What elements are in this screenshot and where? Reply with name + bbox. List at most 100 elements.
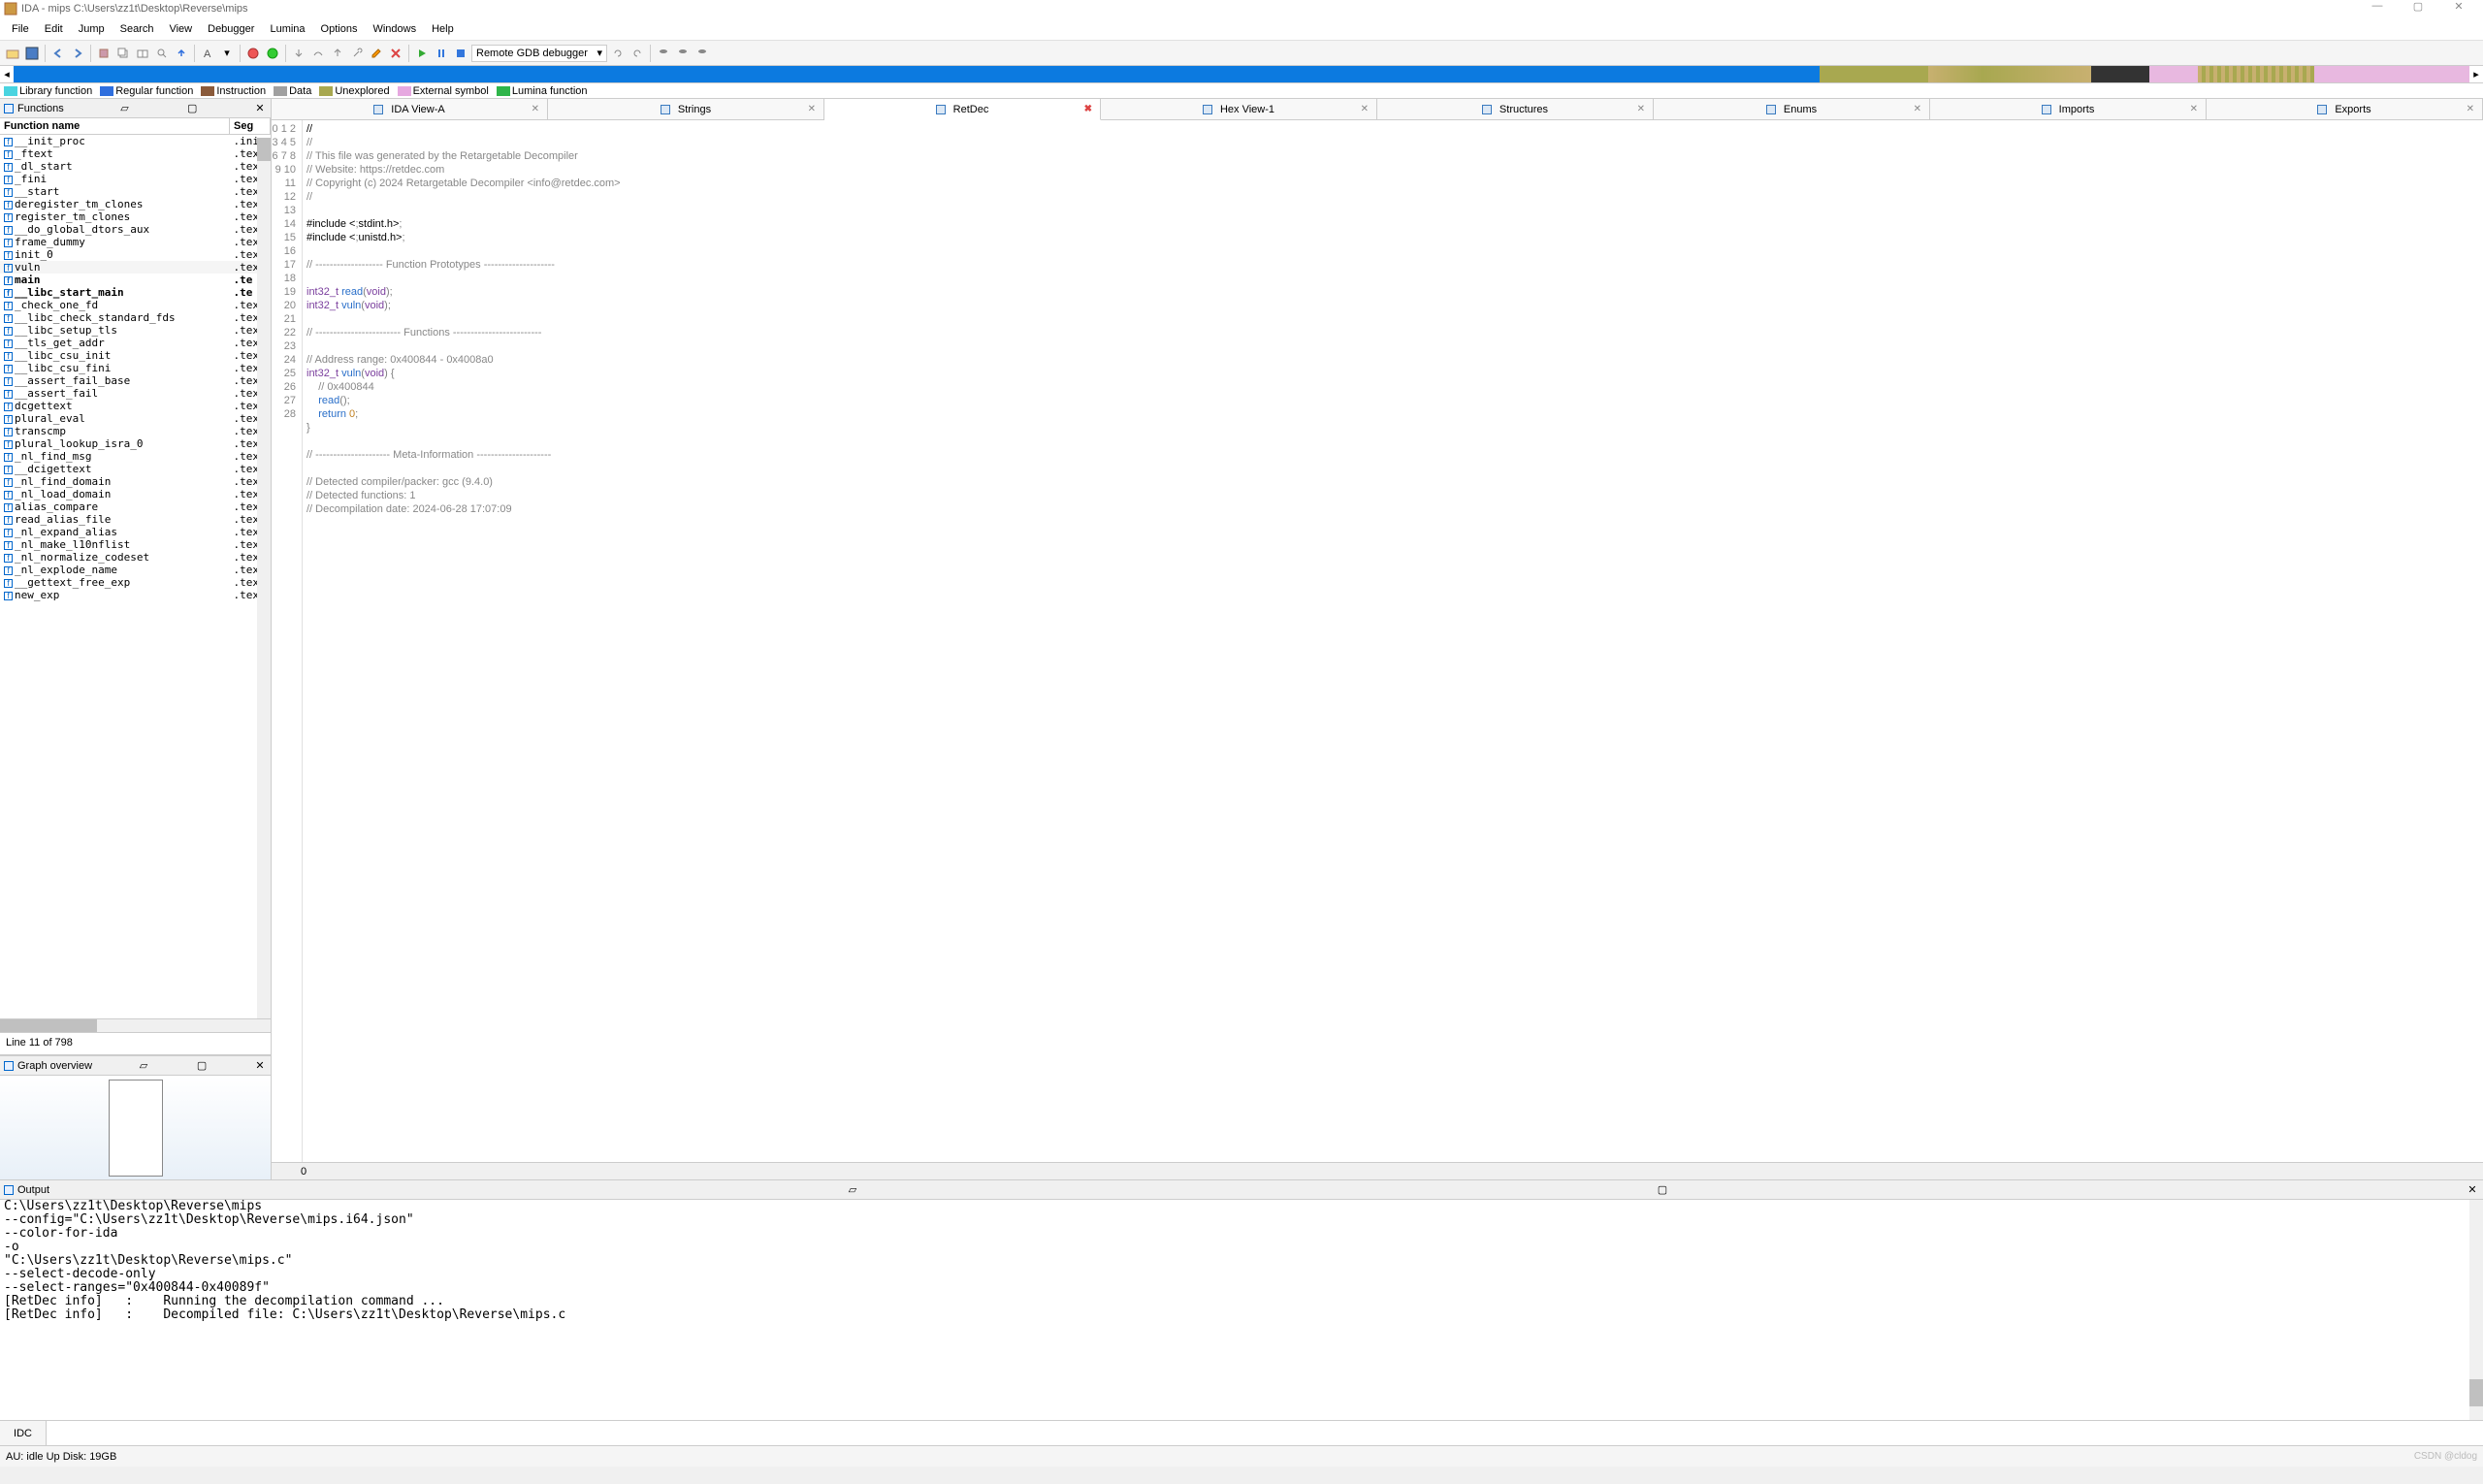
table-row[interactable]: finit_0.tex <box>0 248 271 261</box>
close-icon[interactable]: ✕ <box>1361 104 1369 114</box>
panel-dock-icon[interactable]: ▢ <box>195 1059 209 1072</box>
nav-segment[interactable] <box>1820 66 2091 82</box>
maximize-button[interactable]: ▢ <box>2398 0 2438 17</box>
functions-col-name[interactable]: Function name <box>0 118 230 135</box>
close-icon[interactable]: ✕ <box>2190 104 2198 114</box>
table-row[interactable]: fregister_tm_clones.tex <box>0 210 271 223</box>
panel-close-icon[interactable]: ✕ <box>2466 1183 2479 1196</box>
menu-help[interactable]: Help <box>424 21 462 37</box>
panel-dock-icon[interactable]: ▢ <box>1656 1183 1669 1196</box>
copy-icon[interactable] <box>114 45 132 62</box>
step-over-icon[interactable] <box>309 45 327 62</box>
table-row[interactable]: fdcgettext.tex <box>0 400 271 412</box>
table-row[interactable]: f__tls_get_addr.tex <box>0 337 271 349</box>
open-icon[interactable] <box>4 45 21 62</box>
table-row[interactable]: fnew_exp.tex <box>0 589 271 601</box>
wrench-icon[interactable] <box>348 45 366 62</box>
close-icon[interactable]: ✕ <box>1914 104 1921 114</box>
table-row[interactable]: ftranscmp.tex <box>0 425 271 437</box>
forward-icon[interactable] <box>69 45 86 62</box>
arrow-up-icon[interactable] <box>173 45 190 62</box>
db1-icon[interactable] <box>655 45 672 62</box>
tab-retdec[interactable]: RetDec✖ <box>824 99 1101 120</box>
panel-dock-icon[interactable]: ▢ <box>185 102 199 114</box>
output-vscrollbar[interactable] <box>2469 1200 2483 1420</box>
nav-right-icon[interactable]: ▸ <box>2469 66 2483 82</box>
back-icon[interactable] <box>49 45 67 62</box>
tab-strings[interactable]: Strings✕ <box>548 99 824 119</box>
functions-hscrollbar[interactable] <box>0 1018 271 1032</box>
nav-segment[interactable] <box>14 66 1820 82</box>
functions-col-seg[interactable]: Seg <box>230 118 271 135</box>
table-row[interactable]: fplural_eval.tex <box>0 412 271 425</box>
table-row[interactable]: f_check_one_fd.tex <box>0 299 271 311</box>
table-row[interactable]: f__start.tex <box>0 185 271 198</box>
table-row[interactable]: fderegister_tm_clones.tex <box>0 198 271 210</box>
menu-edit[interactable]: Edit <box>37 21 71 37</box>
table-row[interactable]: f__do_global_dtors_aux.tex <box>0 223 271 236</box>
code-view[interactable]: 0 1 2 3 4 5 6 7 8 9 10 11 12 13 14 15 16… <box>272 120 2483 1162</box>
table-row[interactable]: f__gettext_free_exp.tex <box>0 576 271 589</box>
stop-icon[interactable] <box>452 45 469 62</box>
panel-float-icon[interactable]: ▱ <box>117 102 131 114</box>
minimize-button[interactable]: — <box>2357 0 2398 17</box>
table-row[interactable]: f__dcigettext.tex <box>0 463 271 475</box>
tag-icon[interactable] <box>95 45 113 62</box>
refresh-icon[interactable] <box>609 45 627 62</box>
search-next-icon[interactable] <box>153 45 171 62</box>
table-row[interactable]: f__libc_start_main.te <box>0 286 271 299</box>
nav-segment[interactable] <box>2314 66 2469 82</box>
table-row[interactable]: f_ftext.tex <box>0 147 271 160</box>
debugger-select[interactable]: Remote GDB debugger ▾ <box>471 45 607 62</box>
table-row[interactable]: f_nl_normalize_codeset.tex <box>0 551 271 564</box>
menu-view[interactable]: View <box>161 21 200 37</box>
table-row[interactable]: falias_compare.tex <box>0 500 271 513</box>
tab-enums[interactable]: Enums✕ <box>1654 99 1930 119</box>
idc-input[interactable] <box>47 1421 2483 1445</box>
table-row[interactable]: f_nl_make_l10nflist.tex <box>0 538 271 551</box>
green-dot-icon[interactable] <box>264 45 281 62</box>
panel-close-icon[interactable]: ✕ <box>253 102 267 114</box>
close-icon[interactable]: ✕ <box>808 104 816 114</box>
refresh2-icon[interactable] <box>629 45 646 62</box>
table-row[interactable]: fplural_lookup_isra_0.tex <box>0 437 271 450</box>
table-row[interactable]: f__libc_csu_fini.tex <box>0 362 271 374</box>
close-icon[interactable]: ✕ <box>1637 104 1645 114</box>
db3-icon[interactable] <box>693 45 711 62</box>
table-row[interactable]: f__libc_check_standard_fds.tex <box>0 311 271 324</box>
nav-segment[interactable] <box>2149 66 2198 82</box>
table-row[interactable]: f__libc_setup_tls.tex <box>0 324 271 337</box>
table-row[interactable]: fvuln.tex <box>0 261 271 274</box>
tab-structures[interactable]: Structures✕ <box>1377 99 1654 119</box>
step-out-icon[interactable] <box>329 45 346 62</box>
pause-icon[interactable] <box>433 45 450 62</box>
pencil-icon[interactable] <box>368 45 385 62</box>
close-icon[interactable]: ✖ <box>1084 104 1092 114</box>
idc-button[interactable]: IDC <box>0 1421 47 1445</box>
nav-segment[interactable] <box>2091 66 2149 82</box>
x-red-icon[interactable] <box>387 45 404 62</box>
table-row[interactable]: f_nl_find_msg.tex <box>0 450 271 463</box>
db2-icon[interactable] <box>674 45 692 62</box>
text-a-icon[interactable]: A <box>199 45 216 62</box>
menu-windows[interactable]: Windows <box>365 21 424 37</box>
menu-options[interactable]: Options <box>313 21 366 37</box>
table-row[interactable]: f__assert_fail.tex <box>0 387 271 400</box>
table-row[interactable]: f_nl_explode_name.tex <box>0 564 271 576</box>
table-row[interactable]: fframe_dummy.tex <box>0 236 271 248</box>
close-icon[interactable]: ✕ <box>532 104 539 114</box>
table-row[interactable]: f_fini.tex <box>0 173 271 185</box>
step-into-icon[interactable] <box>290 45 307 62</box>
tab-ida-view-a[interactable]: IDA View-A✕ <box>272 99 548 119</box>
code-body[interactable]: // // // This file was generated by the … <box>303 120 2483 1162</box>
nav-segment[interactable] <box>2198 66 2314 82</box>
table-row[interactable]: f_dl_start.tex <box>0 160 271 173</box>
tab-imports[interactable]: Imports✕ <box>1930 99 2207 119</box>
play-icon[interactable] <box>413 45 431 62</box>
table-row[interactable]: f_nl_find_domain.tex <box>0 475 271 488</box>
table-row[interactable]: f__assert_fail_base.tex <box>0 374 271 387</box>
table-row[interactable]: f_nl_expand_alias.tex <box>0 526 271 538</box>
panel-float-icon[interactable]: ▱ <box>137 1059 150 1072</box>
save-icon[interactable] <box>23 45 41 62</box>
navigation-bar[interactable]: ◂ ▸ <box>0 66 2483 83</box>
